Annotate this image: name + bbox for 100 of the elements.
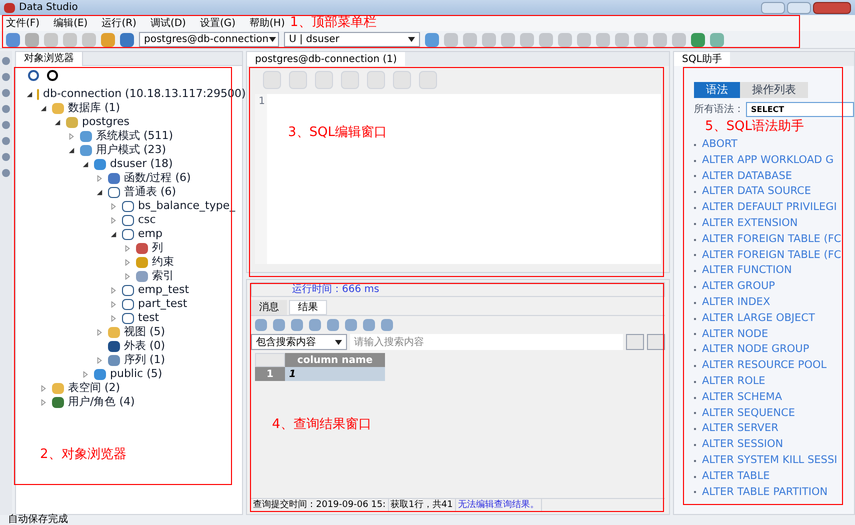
expanded-arrow-icon[interactable] (54, 118, 62, 126)
collapsed-arrow-icon[interactable] (110, 216, 118, 224)
tree-item[interactable]: csc (138, 212, 156, 228)
toolbar-icon[interactable] (615, 32, 629, 46)
toolbar-icon[interactable] (672, 32, 686, 46)
syntax-link[interactable]: ALTER FOREIGN TABLE (FC (702, 248, 842, 264)
toolbar-icon[interactable] (463, 32, 477, 46)
helper-tab[interactable]: 操作列表 (740, 82, 808, 98)
toolbar-icon[interactable] (82, 32, 96, 46)
menu-item[interactable]: 运行(R) (102, 16, 136, 30)
result-toolbar-icon[interactable] (255, 319, 267, 331)
toolbar-icon[interactable] (501, 32, 515, 46)
tree-item[interactable]: 表空间 (2) (68, 380, 120, 396)
syntax-link[interactable]: ALTER SYSTEM KILL SESSI (702, 452, 838, 469)
collapsed-arrow-icon[interactable] (40, 398, 48, 406)
tree-item[interactable]: 视图 (5) (124, 324, 166, 340)
menu-item[interactable]: 编辑(E) (54, 16, 88, 30)
search-button[interactable] (626, 334, 644, 350)
syntax-link[interactable]: ALTER APP WORKLOAD G (702, 152, 834, 169)
toolbar-icon[interactable] (577, 32, 591, 46)
toolbar-icon[interactable] (539, 32, 553, 46)
tree-item[interactable]: 外表 (0) (124, 338, 166, 354)
toolbar-icon[interactable] (634, 32, 648, 46)
syntax-link[interactable]: ALTER DEFAULT PRIVILEGI (702, 200, 837, 216)
syntax-link[interactable]: ALTER DATABASE (702, 168, 792, 184)
toolbar-icon[interactable] (710, 32, 724, 46)
expanded-arrow-icon[interactable] (40, 104, 48, 112)
syntax-link[interactable]: ALTER SERVER (702, 421, 778, 438)
collapsed-arrow-icon[interactable] (110, 314, 118, 322)
expanded-arrow-icon[interactable] (82, 160, 90, 168)
result-toolbar-icon[interactable] (273, 319, 285, 331)
tree-item[interactable]: 索引 (152, 268, 174, 284)
tree-item[interactable]: public (5) (110, 366, 162, 382)
result-toolbar-icon[interactable] (381, 319, 393, 331)
tree-item[interactable]: 用户/角色 (4) (68, 394, 135, 410)
collapsed-arrow-icon[interactable] (96, 174, 104, 182)
collapsed-arrow-icon[interactable] (124, 244, 132, 252)
result-toolbar-icon[interactable] (345, 319, 357, 331)
tree-item[interactable]: emp_test (138, 282, 190, 298)
result-toolbar-icon[interactable] (327, 319, 339, 331)
tree-item[interactable]: 用户模式 (23) (96, 142, 166, 158)
result-toolbar-icon[interactable] (363, 319, 375, 331)
tree-item[interactable]: postgres (82, 114, 130, 130)
syntax-link[interactable]: ALTER TABLE PARTITION (702, 484, 828, 500)
tree-item[interactable]: 普通表 (6) (124, 184, 176, 200)
toolbar-icon[interactable] (44, 32, 58, 46)
tree-item[interactable]: 数据库 (1) (68, 100, 120, 116)
syntax-link[interactable]: ALTER DATA SOURCE (702, 184, 812, 200)
syntax-link[interactable]: ALTER ROLE (702, 374, 766, 390)
syntax-link[interactable]: ALTER NODE (702, 326, 768, 342)
syntax-link[interactable]: ALTER TABLE (702, 468, 770, 484)
toolbar-icon[interactable] (558, 32, 572, 46)
tree-item[interactable]: test (138, 310, 160, 326)
clear-search-button[interactable] (647, 334, 665, 350)
collapsed-arrow-icon[interactable] (124, 258, 132, 266)
tree-item[interactable]: 约束 (152, 254, 174, 270)
collapsed-arrow-icon[interactable] (82, 370, 90, 378)
expanded-arrow-icon[interactable] (110, 230, 118, 238)
editor-tab[interactable]: postgres@db-connection (1) (247, 52, 405, 66)
collapsed-arrow-icon[interactable] (96, 356, 104, 364)
syntax-link[interactable]: ALTER SEQUENCE (702, 406, 795, 422)
minimize-button[interactable] (761, 2, 785, 14)
menu-item[interactable]: 文件(F) (6, 16, 40, 30)
syntax-link[interactable]: ALTER FOREIGN TABLE (FC (702, 232, 842, 248)
result-tab[interactable]: 消息 (251, 300, 287, 315)
toolbar-icon[interactable] (444, 32, 458, 46)
expanded-arrow-icon[interactable] (96, 188, 104, 196)
syntax-link[interactable]: ALTER INDEX (702, 294, 770, 311)
helper-tab[interactable]: 语法 (694, 82, 740, 98)
tree-item[interactable]: dsuser (18) (110, 156, 173, 172)
toolbar-icon[interactable] (482, 32, 496, 46)
tree-item[interactable]: 序列 (1) (124, 352, 166, 368)
connection-dropdown[interactable]: postgres@db-connection (139, 32, 279, 47)
collapsed-arrow-icon[interactable] (40, 384, 48, 392)
menu-item[interactable]: 设置(G) (200, 16, 236, 30)
syntax-link[interactable]: ALTER RESOURCE POOL (702, 358, 827, 374)
result-toolbar-icon[interactable] (291, 319, 303, 331)
tree-item[interactable]: 系统模式 (511) (96, 128, 174, 144)
tree-item[interactable]: emp (138, 226, 162, 242)
syntax-link[interactable]: ALTER LARGE OBJECT (702, 310, 815, 327)
tree-item[interactable]: part_test (138, 296, 188, 312)
tree-item[interactable]: 列 (152, 240, 163, 256)
toolbar-icon[interactable] (596, 32, 610, 46)
collapsed-arrow-icon[interactable] (68, 132, 76, 140)
tree-item[interactable]: 函数/过程 (6) (124, 170, 191, 186)
syntax-link[interactable]: ALTER EXTENSION (702, 216, 798, 232)
syntax-link[interactable]: ALTER GROUP (702, 279, 775, 295)
result-toolbar-icon[interactable] (309, 319, 321, 331)
close-button[interactable] (813, 2, 851, 14)
panel-tab[interactable]: SQL助手 (674, 52, 730, 66)
syntax-link[interactable]: ALTER NODE GROUP (702, 342, 810, 358)
menu-item[interactable]: 调试(D) (150, 16, 186, 30)
user-dropdown[interactable]: U | dsuser (284, 32, 420, 47)
collapsed-arrow-icon[interactable] (110, 286, 118, 294)
collapsed-arrow-icon[interactable] (110, 202, 118, 210)
panel-tab[interactable]: 对象浏览器 (16, 52, 83, 66)
expanded-arrow-icon[interactable] (68, 146, 76, 154)
toolbar-icon[interactable] (653, 32, 667, 46)
syntax-link[interactable]: ABORT (702, 137, 738, 153)
search-field[interactable]: 请输入搜索内容 (350, 334, 623, 350)
